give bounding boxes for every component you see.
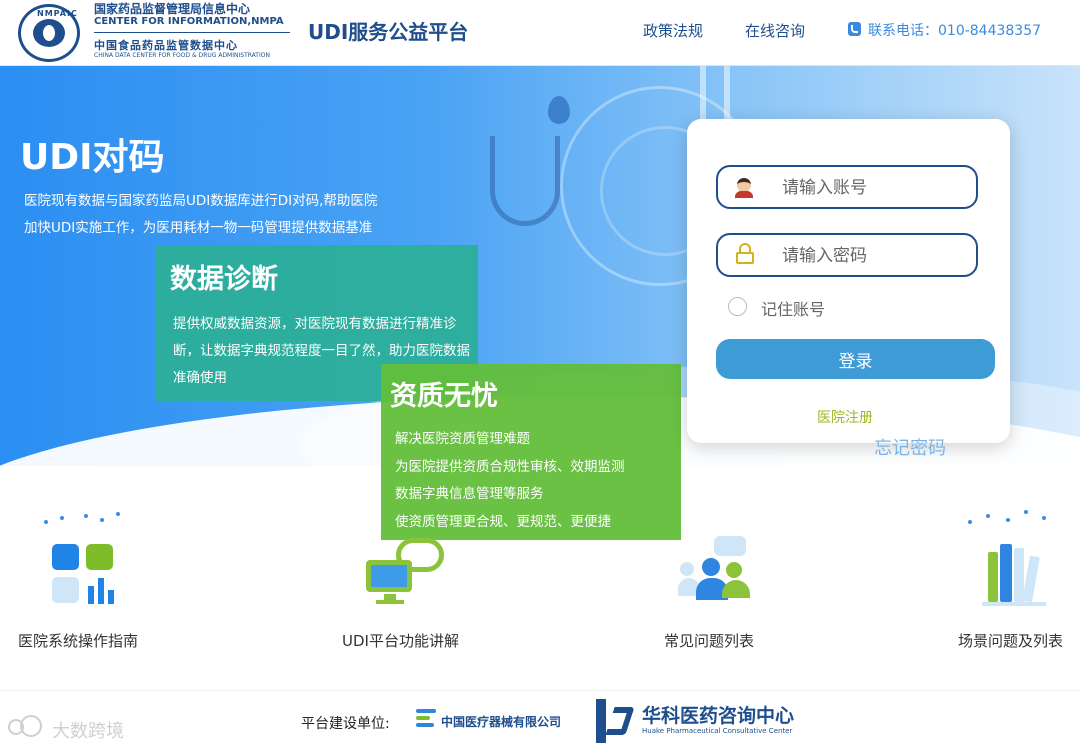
people-chat-icon	[678, 536, 758, 606]
remember-account-label[interactable]: 记住账号	[761, 296, 825, 320]
card-line: 为医院提供资质合规性审核、效期监测	[395, 458, 625, 475]
hero-title: UDI对码	[20, 137, 165, 178]
forgot-password-link[interactable]: 忘记密码	[874, 434, 946, 460]
entry-platform-features[interactable]: UDI平台功能讲解	[342, 506, 482, 656]
contact-phone: 联系电话：010-84438357	[868, 23, 1042, 39]
company-name-cmd: 中国医疗器械有限公司	[441, 715, 562, 729]
entry-faq-list[interactable]: 常见问题列表	[664, 506, 774, 656]
lock-icon	[735, 243, 755, 265]
card-line: 解决医院资质管理难题	[395, 431, 530, 447]
nav-consult-link[interactable]: 在线咨询	[745, 20, 805, 41]
platform-title: UDI服务公益平台	[308, 20, 469, 44]
entry-label: UDI平台功能讲解	[342, 632, 459, 650]
org-name-block: 国家药品监督管理局信息中心 CENTER FOR INFORMATION,NMP…	[94, 0, 294, 64]
card-line: 数据字典信息管理等服务	[395, 486, 544, 502]
org-subname-en: CHINA DATA CENTER FOR FOOD & DRUG ADMINI…	[94, 52, 270, 59]
hero-description: 医院现有数据与国家药监局UDI数据库进行DI对码,帮助医院加快UDI实施工作，为…	[24, 193, 378, 236]
entry-label: 场景问题及列表	[958, 632, 1064, 650]
dashboard-grid-icon	[52, 544, 116, 604]
login-panel: 记住账号 登录 医院注册	[687, 119, 1010, 443]
remember-account-radio[interactable]	[728, 297, 747, 316]
site-footer: 大数跨境 平台建设单位: 中国医疗器械有限公司 华科医药咨询中心 Huake P…	[0, 690, 1080, 749]
login-button[interactable]: 登录	[716, 339, 995, 379]
cmd-company-logo	[416, 707, 438, 731]
password-field[interactable]	[716, 233, 978, 277]
username-field[interactable]	[716, 165, 978, 209]
builder-label: 平台建设单位:	[301, 716, 390, 732]
phone-icon	[848, 22, 861, 36]
cloud-monitor-icon	[366, 538, 446, 608]
password-input[interactable]	[782, 243, 962, 269]
card-title: 资质无忧	[390, 381, 498, 412]
nmpaic-seal-logo[interactable]: NMPAIC	[18, 4, 80, 62]
watermark-text: 大数跨境	[52, 721, 124, 742]
entry-label: 医院系统操作指南	[18, 632, 139, 650]
org-subname-cn: 中国食品药品监管数据中心	[94, 39, 238, 52]
seal-text: NMPAIC	[37, 9, 78, 18]
entry-operation-guide[interactable]: 医院系统操作指南	[18, 506, 158, 656]
org-name-en: CENTER FOR INFORMATION,NMPA	[94, 16, 284, 27]
nav-policy-link[interactable]: 政策法规	[643, 20, 703, 41]
user-avatar-icon	[735, 176, 753, 198]
org-divider	[94, 32, 290, 33]
huake-logo	[596, 699, 638, 743]
dots-decor	[968, 510, 1048, 524]
entry-label: 常见问题列表	[664, 632, 755, 650]
dots-decor	[44, 512, 124, 526]
company-name-huake-en: Huake Pharmaceutical Consultative Center	[642, 727, 793, 735]
username-input[interactable]	[782, 175, 962, 201]
watermark-logo-icon	[8, 715, 50, 739]
org-name-cn: 国家药品监督管理局信息中心	[94, 2, 251, 16]
drop-icon	[548, 96, 570, 124]
books-icon	[982, 542, 1048, 606]
hospital-register-link[interactable]: 医院注册	[817, 407, 873, 427]
entry-scenario-list[interactable]: 场景问题及列表	[958, 506, 1076, 656]
card-title: 数据诊断	[170, 264, 278, 295]
site-header: NMPAIC 国家药品监督管理局信息中心 CENTER FOR INFORMAT…	[0, 0, 1080, 66]
company-name-huake: 华科医药咨询中心	[642, 705, 795, 727]
stethoscope-icon	[490, 136, 560, 226]
